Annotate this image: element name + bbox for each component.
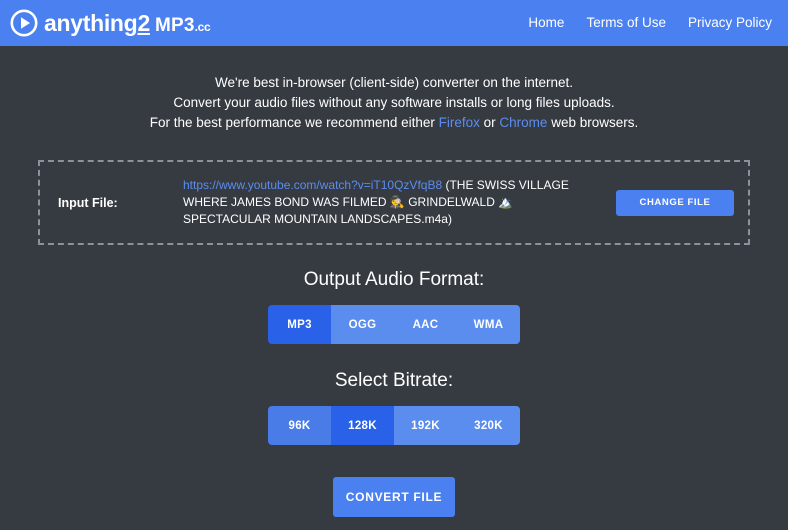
mountain-emoji-icon: 🏔️ — [498, 195, 514, 209]
bitrate-group: 96K 128K 192K 320K — [268, 406, 520, 445]
intro-line-3-suffix: web browsers. — [547, 115, 639, 130]
output-format-group-wrap: MP3 OGG AAC WMA — [0, 305, 788, 344]
input-file-value: https://www.youtube.com/watch?v=iT10QzVf… — [183, 177, 616, 228]
format-option-mp3[interactable]: MP3 — [268, 305, 331, 344]
convert-file-button[interactable]: CONVERT FILE — [333, 477, 455, 517]
site-header: anything 2 MP3 .cc Home Terms of Use Privac… — [0, 0, 788, 46]
input-file-name-mid: GRINDELWALD — [404, 195, 499, 209]
firefox-link[interactable]: Firefox — [439, 115, 480, 130]
input-file-dropzone[interactable]: Input File: https://www.youtube.com/watc… — [38, 160, 750, 245]
intro-text: We're best in-browser (client-side) conv… — [0, 73, 788, 133]
format-option-wma[interactable]: WMA — [457, 305, 520, 344]
convert-wrap: CONVERT FILE — [0, 477, 788, 517]
logo-word-two: 2 — [137, 9, 150, 36]
chrome-link[interactable]: Chrome — [499, 115, 547, 130]
logo-word-mp3: MP3 — [154, 14, 195, 36]
input-file-name-end: SPECTACULAR MOUNTAIN LANDSCAPES.m4a) — [183, 212, 452, 226]
bitrate-group-wrap: 96K 128K 192K 320K — [0, 406, 788, 445]
logo-word-anything: anything — [44, 9, 138, 36]
output-format-group: MP3 OGG AAC WMA — [268, 305, 520, 344]
bitrate-option-128k[interactable]: 128K — [331, 406, 394, 445]
nav-link-terms-of-use[interactable]: Terms of Use — [586, 16, 666, 30]
play-circle-icon — [10, 9, 38, 37]
format-option-aac[interactable]: AAC — [394, 305, 457, 344]
input-file-label: Input File: — [58, 195, 118, 210]
logo-word-tld: .cc — [194, 19, 211, 34]
format-option-ogg[interactable]: OGG — [331, 305, 394, 344]
output-format-title: Output Audio Format: — [303, 269, 485, 290]
bitrate-option-96k[interactable]: 96K — [268, 406, 331, 445]
nav-link-privacy-policy[interactable]: Privacy Policy — [688, 16, 772, 30]
logo-wordmark: anything 2 MP3 .cc — [44, 9, 211, 36]
main-nav: Home Terms of Use Privacy Policy — [528, 16, 772, 30]
intro-line-2: Convert your audio files without any sof… — [173, 95, 615, 110]
bitrate-title: Select Bitrate: — [334, 370, 454, 391]
nav-link-home[interactable]: Home — [528, 16, 564, 30]
bitrate-option-320k[interactable]: 320K — [457, 406, 520, 445]
intro-line-1: We're best in-browser (client-side) conv… — [215, 75, 573, 90]
intro-line-3: For the best performance we recommend ei… — [0, 113, 788, 133]
input-file-url: https://www.youtube.com/watch?v=iT10QzVf… — [183, 178, 443, 192]
intro-line-3-mid: or — [479, 115, 500, 130]
site-logo[interactable]: anything 2 MP3 .cc — [10, 9, 211, 37]
change-file-button[interactable]: CHANGE FILE — [616, 189, 734, 216]
bitrate-option-192k[interactable]: 192K — [394, 406, 457, 445]
detective-emoji-icon: 🕵️ — [389, 195, 405, 209]
intro-line-3-prefix: For the best performance we recommend ei… — [149, 115, 439, 130]
